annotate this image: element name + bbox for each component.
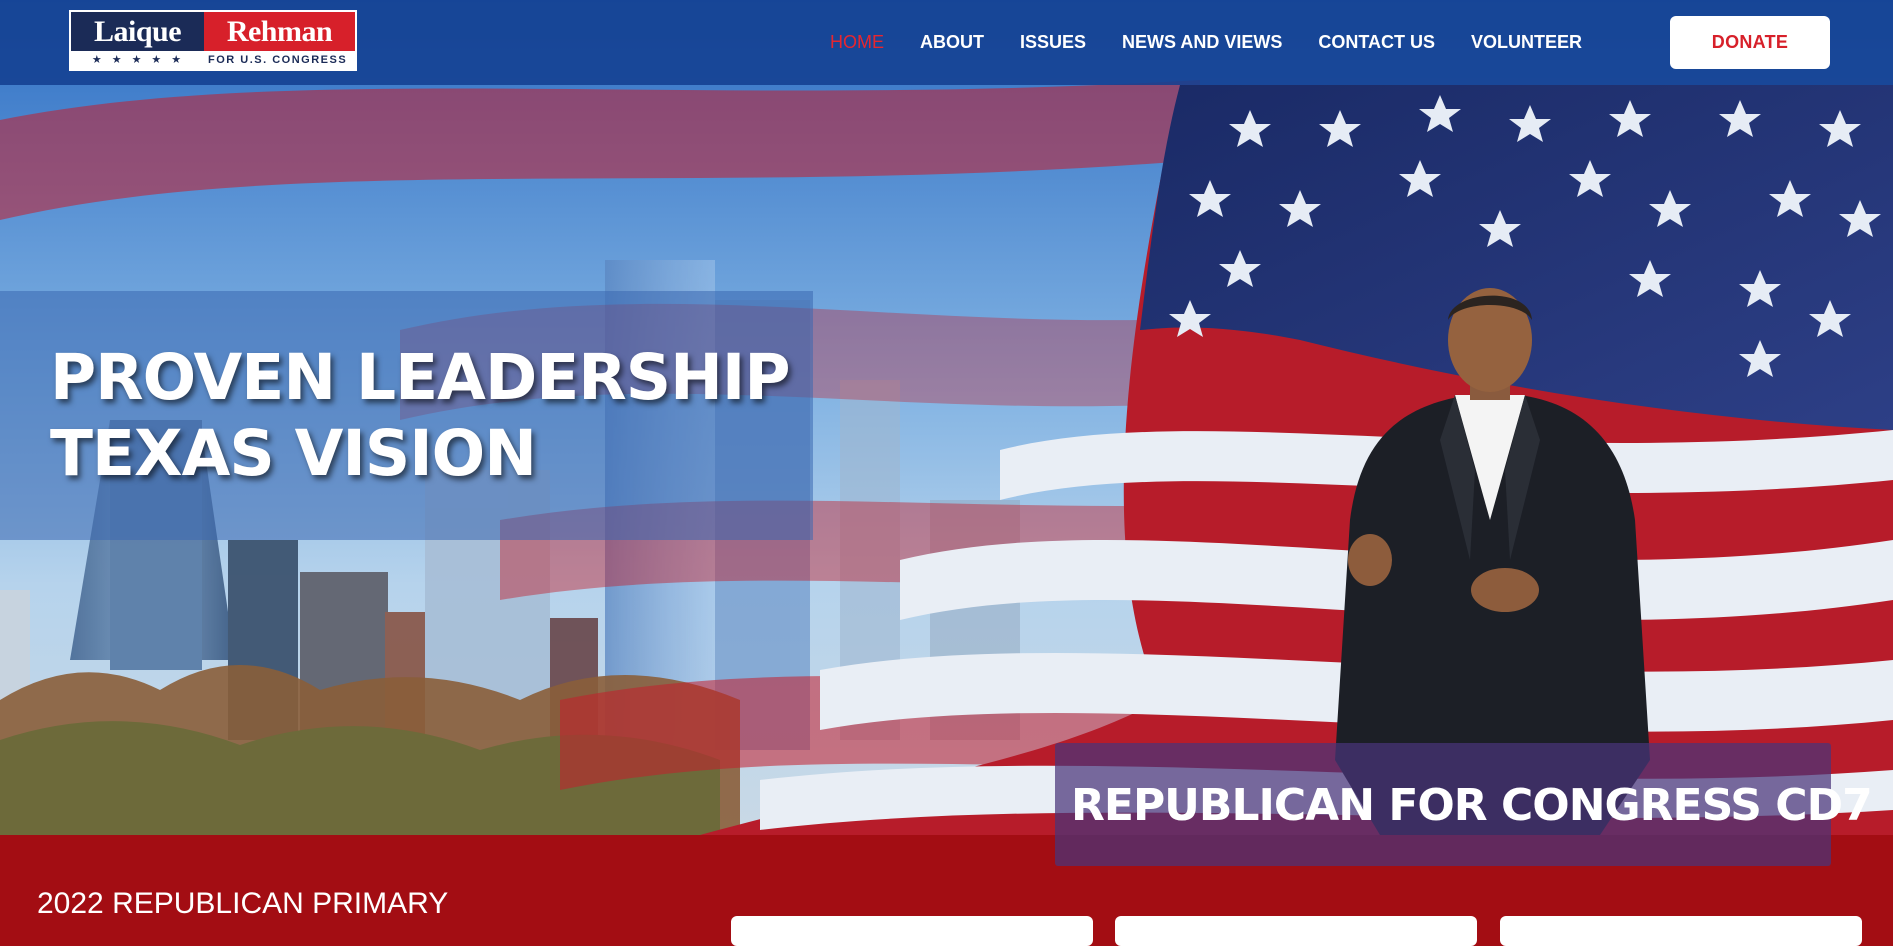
site-header: Laique Rehman ★★★★★ FOR U.S. CONGRESS HO… [0, 0, 1893, 85]
section-card[interactable] [1115, 916, 1477, 946]
nav-volunteer[interactable]: VOLUNTEER [1471, 32, 1582, 53]
headline-line-1: PROVEN LEADERSHIP [50, 341, 790, 414]
hero-tagline: REPUBLICAN FOR CONGRESS CD7 [1071, 780, 1873, 831]
nav-news-and-views[interactable]: NEWS AND VIEWS [1122, 32, 1282, 53]
logo-subtitle: FOR U.S. CONGRESS [204, 51, 355, 69]
section-card[interactable] [1500, 916, 1862, 946]
section-card[interactable] [731, 916, 1093, 946]
nav-about[interactable]: ABOUT [920, 32, 984, 53]
section-title: 2022 REPUBLICAN PRIMARY [37, 887, 449, 920]
nav-home[interactable]: HOME [830, 32, 884, 53]
hero-headline: PROVEN LEADERSHIP TEXAS VISION [50, 340, 790, 492]
nav-contact-us[interactable]: CONTACT US [1318, 32, 1435, 53]
nav-issues[interactable]: ISSUES [1020, 32, 1086, 53]
logo-first-name: Laique [71, 12, 204, 51]
headline-line-2: TEXAS VISION [50, 417, 537, 490]
main-nav: HOME ABOUT ISSUES NEWS AND VIEWS CONTACT… [830, 0, 1618, 85]
logo-last-name: Rehman [204, 12, 355, 51]
logo-stars: ★★★★★ [71, 51, 204, 69]
site-logo[interactable]: Laique Rehman ★★★★★ FOR U.S. CONGRESS [69, 10, 357, 71]
donate-button[interactable]: DONATE [1670, 16, 1830, 69]
